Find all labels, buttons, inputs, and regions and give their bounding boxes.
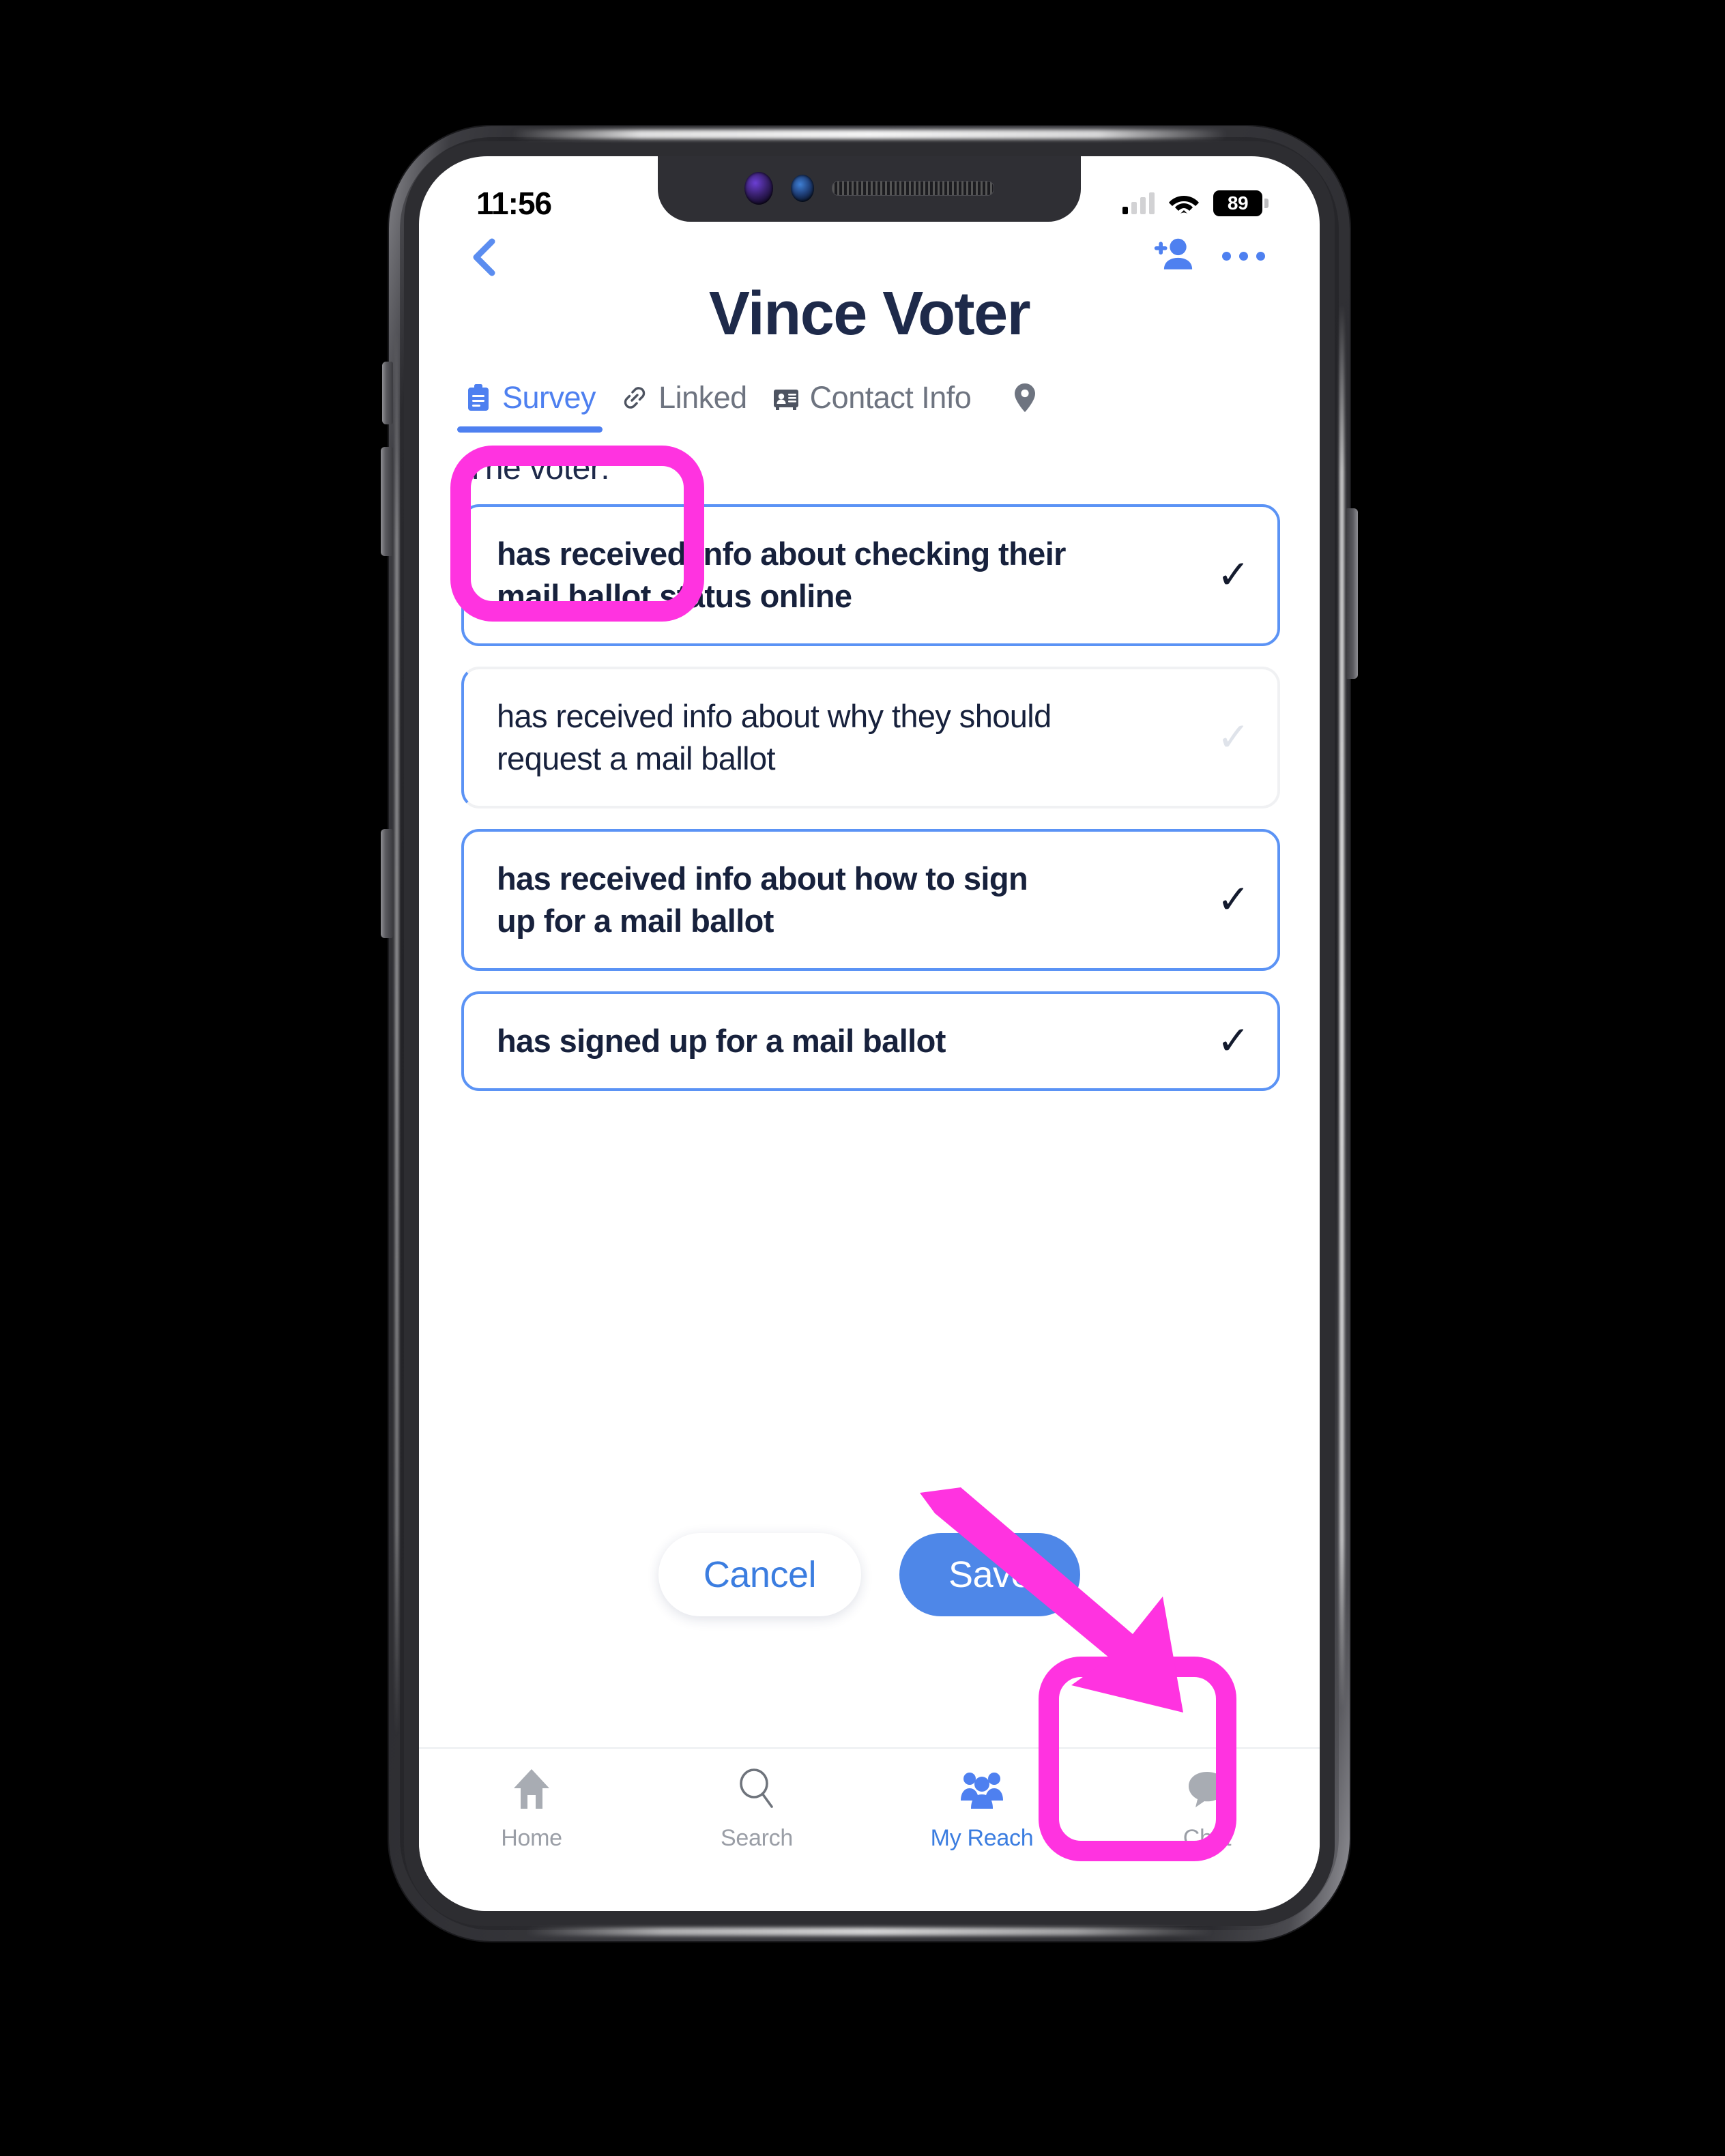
survey-card[interactable]: has received info about how to sign up f…	[461, 829, 1280, 972]
checkmark-icon: ✓	[1217, 1019, 1250, 1064]
survey-card-list: has received info about checking their m…	[461, 504, 1280, 1111]
checkmark-icon: ✓	[1217, 715, 1250, 760]
survey-card[interactable]: has received info about checking their m…	[461, 504, 1280, 647]
more-options-icon[interactable]	[1219, 242, 1268, 270]
frame-highlight-top	[512, 130, 1227, 139]
screenshot-root: 11:56 89 Vince Voter Survey Linked Conta…	[0, 0, 1725, 2156]
tab-survey[interactable]: Survey	[452, 361, 608, 435]
volume-up-button[interactable]	[381, 447, 393, 556]
cellular-signal-icon	[1122, 192, 1155, 214]
device-notch	[658, 156, 1081, 222]
frame-highlight-bottom	[525, 1927, 1213, 1936]
clipboard-icon	[468, 384, 489, 411]
contact-card-icon	[773, 390, 798, 410]
earpiece-speaker-icon	[832, 181, 994, 196]
survey-card-text: has received info about how to sign up f…	[497, 860, 1028, 939]
form-actions: Cancel Save	[419, 1533, 1320, 1616]
add-person-icon[interactable]	[1153, 237, 1193, 275]
phone-screen: 11:56 89 Vince Voter Survey Linked Conta…	[419, 156, 1320, 1911]
volume-down-button[interactable]	[381, 829, 393, 938]
profile-tab-strip: Survey Linked Contact Info	[419, 361, 1320, 435]
frame-highlight-right	[1339, 304, 1344, 1709]
search-icon	[737, 1766, 777, 1811]
header-actions	[1153, 237, 1268, 275]
cancel-button[interactable]: Cancel	[658, 1533, 861, 1616]
bottom-nav-label: Search	[721, 1825, 793, 1851]
link-icon	[624, 387, 646, 409]
tab-linked[interactable]: Linked	[608, 361, 759, 435]
section-label: The voter:	[465, 450, 610, 486]
checkmark-icon: ✓	[1217, 553, 1250, 598]
tab-label-survey: Survey	[502, 380, 596, 415]
status-time: 11:56	[476, 186, 552, 221]
bottom-nav-my-reach[interactable]: My Reach	[869, 1766, 1095, 1852]
bottom-nav-label: Chat	[1183, 1825, 1232, 1851]
battery-icon: 89	[1213, 190, 1269, 216]
status-indicators: 89	[1122, 190, 1269, 216]
bottom-nav-home[interactable]: Home	[419, 1766, 644, 1852]
app-header	[419, 230, 1320, 291]
phone-device-frame: 11:56 89 Vince Voter Survey Linked Conta…	[381, 126, 1358, 1941]
survey-card[interactable]: has received info about why they should …	[461, 667, 1280, 809]
battery-level: 89	[1227, 192, 1249, 214]
back-chevron-icon[interactable]	[465, 238, 504, 276]
bottom-nav-label: Home	[501, 1825, 562, 1851]
survey-card-text: has received info about checking their m…	[497, 536, 1066, 615]
save-button[interactable]: Save	[899, 1533, 1081, 1616]
survey-card-text: has received info about why they should …	[497, 698, 1052, 777]
power-button[interactable]	[1346, 508, 1358, 679]
tab-label-contact-info: Contact Info	[809, 380, 972, 415]
bottom-nav-search[interactable]: Search	[644, 1766, 869, 1852]
wifi-icon	[1169, 196, 1199, 214]
silent-switch-button[interactable]	[382, 362, 393, 424]
front-camera-icon	[744, 172, 773, 205]
survey-card[interactable]: has signed up for a mail ballot ✓	[461, 991, 1280, 1092]
face-id-sensor-icon	[791, 175, 814, 202]
bottom-nav-label: My Reach	[930, 1825, 1034, 1851]
tab-contact-info[interactable]: Contact Info	[759, 361, 984, 435]
home-icon	[512, 1766, 551, 1811]
bottom-tab-bar: Home Search My Reach Chat	[419, 1747, 1320, 1911]
location-pin-icon	[1015, 383, 1036, 412]
chat-bubble-icon	[1187, 1766, 1228, 1811]
survey-card-text: has signed up for a mail ballot	[497, 1023, 946, 1060]
people-group-icon	[959, 1766, 1004, 1811]
tab-location[interactable]	[1005, 381, 1045, 414]
tab-label-linked: Linked	[658, 380, 747, 415]
bottom-nav-chat[interactable]: Chat	[1095, 1766, 1320, 1852]
frame-highlight-left	[395, 331, 398, 1736]
checkmark-icon: ✓	[1217, 877, 1250, 922]
